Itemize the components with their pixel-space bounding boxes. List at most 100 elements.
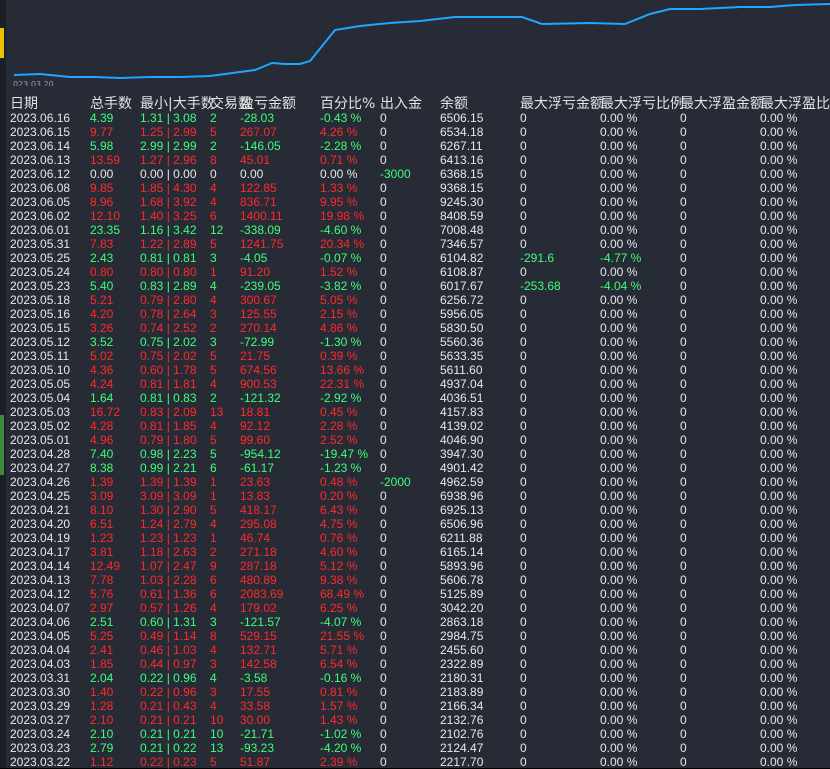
header-deposit-withdraw[interactable]: 出入金 bbox=[380, 93, 422, 113]
table-row[interactable]: 2023.04.05 5.25 0.49 | 1.14 8 529.15 21.55 % 0… bbox=[0, 629, 830, 643]
cell-profit-loss: -121.32 bbox=[240, 391, 281, 405]
table-row[interactable]: 2023.06.12 0.00 0.00 | 0.00 0 0.00 0.00 % -300… bbox=[0, 167, 830, 181]
cell-balance: 2455.60 bbox=[440, 643, 484, 657]
table-row[interactable]: 2023.04.27 8.38 0.99 | 2.21 6 -61.17 -1.23 % 0… bbox=[0, 461, 830, 475]
header-balance[interactable]: 余额 bbox=[440, 93, 468, 113]
table-row[interactable]: 2023.05.11 5.02 0.75 | 2.02 5 21.75 0.39 % 0 56… bbox=[0, 349, 830, 363]
cell-total-lots: 1.28 bbox=[90, 699, 114, 713]
table-row[interactable]: 2023.05.12 3.52 0.75 | 2.02 3 -72.99 -1.30 % 0… bbox=[0, 335, 830, 349]
table-row[interactable]: 2023.04.13 7.78 1.03 | 2.28 6 480.89 9.38 % 0 5… bbox=[0, 573, 830, 587]
header-max-float-profit-pct[interactable]: 最大浮盈比例 bbox=[760, 93, 830, 113]
cell-date: 2023.05.18 bbox=[10, 293, 71, 307]
table-row[interactable]: 2023.05.24 0.80 0.80 | 0.80 1 91.20 1.52 % 0 61… bbox=[0, 265, 830, 279]
cell-min-max-lots: 1.31 | 3.08 bbox=[140, 111, 197, 125]
table-row[interactable]: 2023.05.16 4.20 0.78 | 2.64 3 125.55 2.15 % 0 5… bbox=[0, 307, 830, 321]
cell-max-float-profit-pct: 0.00 % bbox=[760, 307, 798, 321]
header-total-lots[interactable]: 总手数 bbox=[90, 93, 132, 113]
cell-max-float-profit: 0 bbox=[680, 209, 687, 223]
table-row[interactable]: 2023.06.01 23.35 1.16 | 3.42 12 -338.09 -4.60… bbox=[0, 223, 830, 237]
table-row[interactable]: 2023.05.02 4.28 0.81 | 1.85 4 92.12 2.28 % 0 41… bbox=[0, 419, 830, 433]
table-row[interactable]: 2023.03.29 1.28 0.21 | 0.43 4 33.58 1.57 % 0 21… bbox=[0, 699, 830, 713]
table-row[interactable]: 2023.04.03 1.85 0.44 | 0.97 3 142.58 6.54 % 0 2… bbox=[0, 657, 830, 671]
cell-balance: 2183.89 bbox=[440, 685, 484, 699]
table-row[interactable]: 2023.04.07 2.97 0.57 | 1.26 4 179.02 6.25 % 0 3… bbox=[0, 601, 830, 615]
cell-max-float-profit-pct: 0.00 % bbox=[760, 615, 798, 629]
cell-profit-loss: 13.83 bbox=[240, 489, 271, 503]
cell-date: 2023.04.06 bbox=[10, 615, 71, 629]
cell-max-float-profit: 0 bbox=[680, 741, 687, 755]
table-row[interactable]: 2023.04.06 2.51 0.60 | 1.31 3 -121.57 -4.07 %… bbox=[0, 615, 830, 629]
cell-profit-loss: 132.71 bbox=[240, 643, 277, 657]
cell-percent: 9.38 % bbox=[320, 573, 358, 587]
cell-max-float-loss: 0 bbox=[520, 517, 527, 531]
table-row[interactable]: 2023.05.23 5.40 0.83 | 2.89 4 -239.05 -3.82 %… bbox=[0, 279, 830, 293]
table-row[interactable]: 2023.05.18 5.21 0.79 | 2.80 4 300.67 5.05 % 0 6… bbox=[0, 293, 830, 307]
cell-trade-count: 8 bbox=[210, 153, 217, 167]
table-row[interactable]: 2023.04.17 3.81 1.18 | 2.63 2 271.18 4.60 % 0 6… bbox=[0, 545, 830, 559]
cell-total-lots: 4.28 bbox=[90, 419, 114, 433]
cell-max-float-loss: 0 bbox=[520, 335, 527, 349]
cell-min-max-lots: 0.22 | 0.96 bbox=[140, 685, 197, 699]
cell-max-float-loss-pct: -4.04 % bbox=[600, 279, 642, 293]
table-row[interactable]: 2023.06.13 13.59 1.27 | 2.96 8 45.01 0.71 % 0 6… bbox=[0, 153, 830, 167]
table-row[interactable]: 2023.06.16 4.39 1.31 | 3.08 2 -28.03 -0.43 % 0… bbox=[0, 111, 830, 125]
cell-deposit-withdraw: 0 bbox=[380, 391, 387, 405]
cell-deposit-withdraw: 0 bbox=[380, 727, 387, 741]
table-row[interactable]: 2023.05.01 4.96 0.79 | 1.80 5 99.60 2.52 % 0 40… bbox=[0, 433, 830, 447]
cell-max-float-loss: 0 bbox=[520, 153, 527, 167]
table-row[interactable]: 2023.03.23 2.79 0.21 | 0.22 13 -93.23 -4.20 %… bbox=[0, 741, 830, 755]
table-row[interactable]: 2023.04.26 1.39 1.39 | 1.39 1 23.63 0.48 % -20… bbox=[0, 475, 830, 489]
header-max-float-profit[interactable]: 最大浮盈金额 bbox=[680, 93, 764, 113]
table-row[interactable]: 2023.04.20 6.51 1.24 | 2.79 4 295.08 4.75 % 0 6… bbox=[0, 517, 830, 531]
table-row[interactable]: 2023.06.05 8.96 1.68 | 3.92 4 836.71 9.95 % 0 9… bbox=[0, 195, 830, 209]
table-row[interactable]: 2023.04.28 7.40 0.98 | 2.23 5 -954.12 -19.47 … bbox=[0, 447, 830, 461]
table-row[interactable]: 2023.05.04 1.64 0.81 | 0.83 2 -121.32 -2.92 %… bbox=[0, 391, 830, 405]
header-max-float-loss[interactable]: 最大浮亏金额 bbox=[520, 93, 604, 113]
cell-total-lots: 16.72 bbox=[90, 405, 121, 419]
table-row[interactable]: 2023.06.02 12.10 1.40 | 3.25 6 1400.11 19.98 … bbox=[0, 209, 830, 223]
table-row[interactable]: 2023.06.14 5.98 2.99 | 2.99 2 -146.05 -2.28 %… bbox=[0, 139, 830, 153]
table-row[interactable]: 2023.04.19 1.23 1.23 | 1.23 1 46.74 0.76 % 0 62… bbox=[0, 531, 830, 545]
cell-balance: 6368.15 bbox=[440, 167, 484, 181]
cell-max-float-profit-pct: 0.00 % bbox=[760, 321, 798, 335]
cell-profit-loss: 33.58 bbox=[240, 699, 271, 713]
cell-date: 2023.04.07 bbox=[10, 601, 71, 615]
cell-max-float-profit: 0 bbox=[680, 293, 687, 307]
cell-trade-count: 2 bbox=[210, 391, 217, 405]
table-row[interactable]: 2023.04.04 2.41 0.46 | 1.03 4 132.71 5.71 % 0 2… bbox=[0, 643, 830, 657]
table-row[interactable]: 2023.03.27 2.10 0.21 | 0.21 10 30.00 1.43 % 0 2… bbox=[0, 713, 830, 727]
header-date[interactable]: 日期 bbox=[10, 93, 38, 113]
table-row[interactable]: 2023.05.31 7.83 1.22 | 2.89 5 1241.75 20.34 %… bbox=[0, 237, 830, 251]
header-min-max-lots[interactable]: 最小|大手数 bbox=[140, 93, 215, 113]
table-row[interactable]: 2023.05.25 2.43 0.81 | 0.81 3 -4.05 -0.07 % 0 6… bbox=[0, 251, 830, 265]
header-profit-loss[interactable]: 盈亏金额 bbox=[240, 93, 296, 113]
table-row[interactable]: 2023.04.12 5.76 0.61 | 1.36 6 2083.69 68.49 %… bbox=[0, 587, 830, 601]
cell-max-float-loss: 0 bbox=[520, 433, 527, 447]
table-row[interactable]: 2023.03.30 1.40 0.22 | 0.96 3 17.55 0.81 % 0 21… bbox=[0, 685, 830, 699]
cell-max-float-profit-pct: 0.00 % bbox=[760, 657, 798, 671]
cell-total-lots: 8.10 bbox=[90, 503, 114, 517]
table-row[interactable]: 2023.03.31 2.04 0.22 | 0.96 4 -3.58 -0.16 % 0 2… bbox=[0, 671, 830, 685]
header-percent[interactable]: 百分比% bbox=[320, 93, 375, 113]
cell-max-float-profit-pct: 0.00 % bbox=[760, 517, 798, 531]
cell-deposit-withdraw: 0 bbox=[380, 335, 387, 349]
table-row[interactable]: 2023.06.15 9.77 1.25 | 2.99 5 267.07 4.26 % 0 6… bbox=[0, 125, 830, 139]
cell-date: 2023.04.14 bbox=[10, 559, 71, 573]
cell-trade-count: 2 bbox=[210, 321, 217, 335]
table-row[interactable]: 2023.05.03 16.72 0.83 | 2.09 13 18.81 0.45 % 0… bbox=[0, 405, 830, 419]
cell-max-float-loss-pct: 0.00 % bbox=[600, 461, 638, 475]
cell-profit-loss: 91.20 bbox=[240, 265, 271, 279]
table-row[interactable]: 2023.06.08 9.85 1.85 | 4.30 4 122.85 1.33 % 0 9… bbox=[0, 181, 830, 195]
cell-profit-loss: 270.14 bbox=[240, 321, 277, 335]
cell-trade-count: 6 bbox=[210, 573, 217, 587]
table-row[interactable]: 2023.04.25 3.09 3.09 | 3.09 1 13.83 0.20 % 0 69… bbox=[0, 489, 830, 503]
table-row[interactable]: 2023.04.14 12.49 1.07 | 2.47 9 287.18 5.12 % 0… bbox=[0, 559, 830, 573]
table-row[interactable]: 2023.05.10 4.36 0.60 | 1.78 5 674.56 13.66 % 0… bbox=[0, 363, 830, 377]
table-row[interactable]: 2023.04.21 8.10 1.30 | 2.90 5 418.17 6.43 % 0 6… bbox=[0, 503, 830, 517]
table-row[interactable]: 2023.05.05 4.24 0.81 | 1.81 4 900.53 22.31 % 0… bbox=[0, 377, 830, 391]
cell-date: 2023.03.27 bbox=[10, 713, 71, 727]
table-row[interactable]: 2023.05.15 3.26 0.74 | 2.52 2 270.14 4.86 % 0 5… bbox=[0, 321, 830, 335]
table-row[interactable]: 2023.03.22 1.12 0.22 | 0.23 5 51.87 2.39 % 0 22… bbox=[0, 755, 830, 769]
header-max-float-loss-pct[interactable]: 最大浮亏比例 bbox=[600, 93, 684, 113]
table-row[interactable]: 2023.03.24 2.10 0.21 | 0.21 10 -21.71 -1.02 %… bbox=[0, 727, 830, 741]
